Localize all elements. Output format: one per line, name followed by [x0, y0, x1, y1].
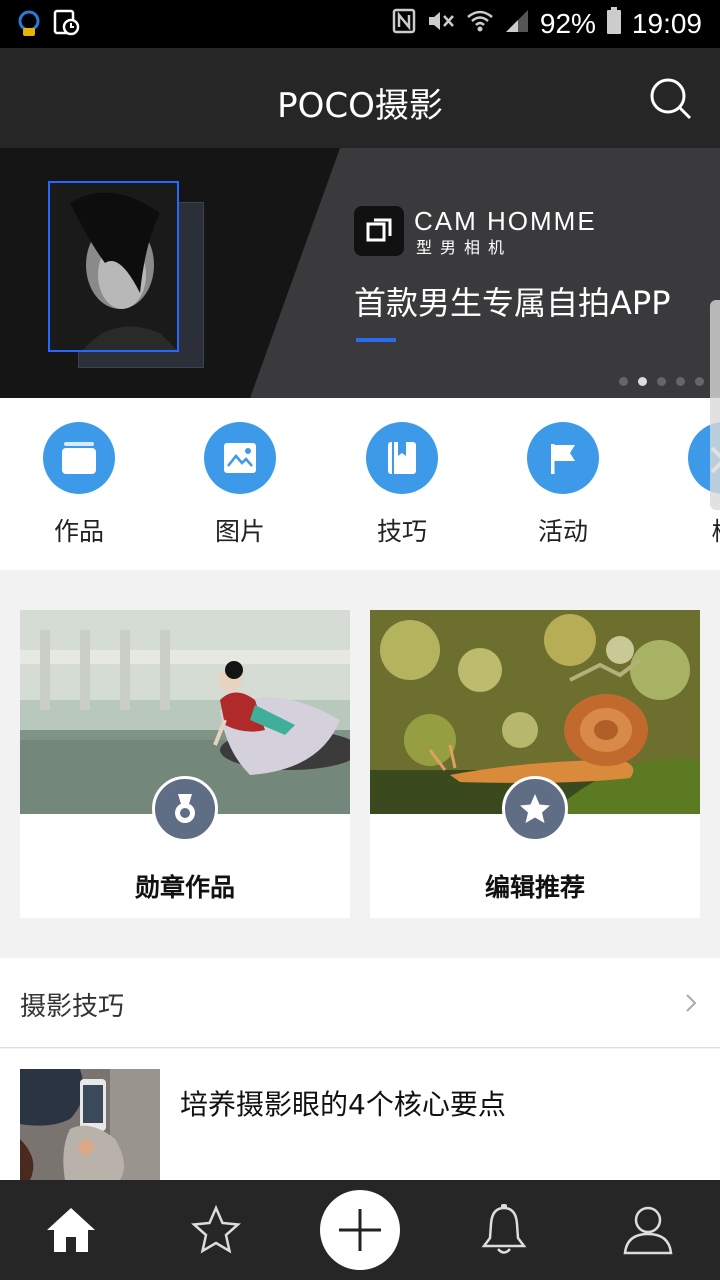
promo-banner[interactable]: CAM HOMME 型男相机 首款男生专属自拍APP — [0, 148, 720, 398]
mute-vibrate-icon — [426, 8, 456, 41]
carousel-dot[interactable] — [619, 377, 628, 386]
plus-icon — [339, 1209, 381, 1251]
category-works[interactable]: 作品 — [29, 422, 129, 548]
banner-brand-en: CAM HOMME — [414, 206, 597, 236]
search-icon — [650, 78, 692, 120]
category-label: 活动 — [537, 517, 588, 546]
carousel-dot[interactable] — [657, 377, 666, 386]
user-icon — [623, 1206, 673, 1255]
status-bar: 92% 19:09 — [0, 0, 720, 48]
article-thumbnail — [20, 1069, 160, 1180]
battery-icon — [606, 6, 622, 42]
nav-home[interactable] — [21, 1180, 121, 1280]
nav-profile[interactable] — [598, 1180, 698, 1280]
card-label: 编辑推荐 — [484, 873, 585, 902]
clock: 19:09 — [631, 8, 702, 39]
app-title: POCO摄影 — [277, 86, 443, 126]
star-icon — [190, 1205, 242, 1254]
banner-portrait-image — [48, 181, 179, 352]
nav-favorites[interactable] — [166, 1180, 266, 1280]
cam-homme-logo — [354, 206, 404, 256]
clock-file-icon — [52, 8, 80, 42]
home-icon — [47, 1208, 95, 1252]
search-button[interactable] — [648, 76, 694, 122]
picture-icon — [224, 443, 256, 473]
star-badge — [502, 776, 568, 842]
category-events[interactable]: 活动 — [513, 422, 613, 548]
category-pictures[interactable]: 图片 — [190, 422, 290, 548]
category-label: 作品 — [53, 517, 104, 546]
chat-notification-icon — [16, 8, 42, 42]
photo-stack-icon — [62, 442, 96, 474]
star-icon — [520, 794, 550, 823]
bell-icon — [481, 1204, 527, 1254]
medal-icon — [175, 794, 195, 823]
signal-icon — [504, 8, 530, 41]
wifi-icon — [466, 8, 494, 41]
carousel-dot[interactable] — [676, 377, 685, 386]
banner-accent-line — [356, 338, 396, 342]
article-item[interactable]: 培养摄影眼的4个核心要点 — [0, 1049, 720, 1180]
category-label: 校 — [674, 512, 720, 548]
banner-slogan: 首款男生专属自拍APP — [354, 284, 671, 322]
publish-button[interactable] — [320, 1190, 400, 1270]
category-label: 图片 — [214, 517, 265, 546]
nav-notifications[interactable] — [454, 1180, 554, 1280]
book-icon — [388, 442, 416, 474]
category-tips[interactable]: 技巧 — [352, 422, 452, 548]
banner-brand-cn: 型男相机 — [416, 238, 513, 257]
battery-level: 92% — [539, 8, 596, 39]
medal-works-card[interactable]: 勋章作品 — [20, 610, 350, 918]
card-label: 勋章作品 — [134, 873, 235, 902]
chevron-right-icon — [684, 992, 698, 1018]
edge-panel-handle[interactable] — [710, 300, 720, 510]
tips-section-header[interactable]: 摄影技巧 — [0, 958, 720, 1048]
editor-pick-card[interactable]: 编辑推荐 — [370, 610, 700, 918]
flag-icon — [551, 444, 575, 474]
article-title: 培养摄影眼的4个核心要点 — [180, 1088, 506, 1121]
bottom-navigation — [0, 1180, 720, 1280]
carousel-dot[interactable] — [695, 377, 704, 386]
category-row: 作品 图片 技巧 活动 校 — [0, 398, 720, 570]
section-title: 摄影技巧 — [20, 992, 125, 1022]
category-label: 技巧 — [376, 517, 427, 546]
app-screen: 92% 19:09 POCO摄影 CAM HOMME 型男相机 首款男生专属自拍… — [0, 0, 720, 1280]
carousel-dot-active[interactable] — [638, 377, 647, 386]
carousel-indicator — [619, 377, 704, 386]
medal-badge — [152, 776, 218, 842]
app-header: POCO摄影 — [0, 48, 720, 148]
nfc-icon — [392, 8, 416, 41]
